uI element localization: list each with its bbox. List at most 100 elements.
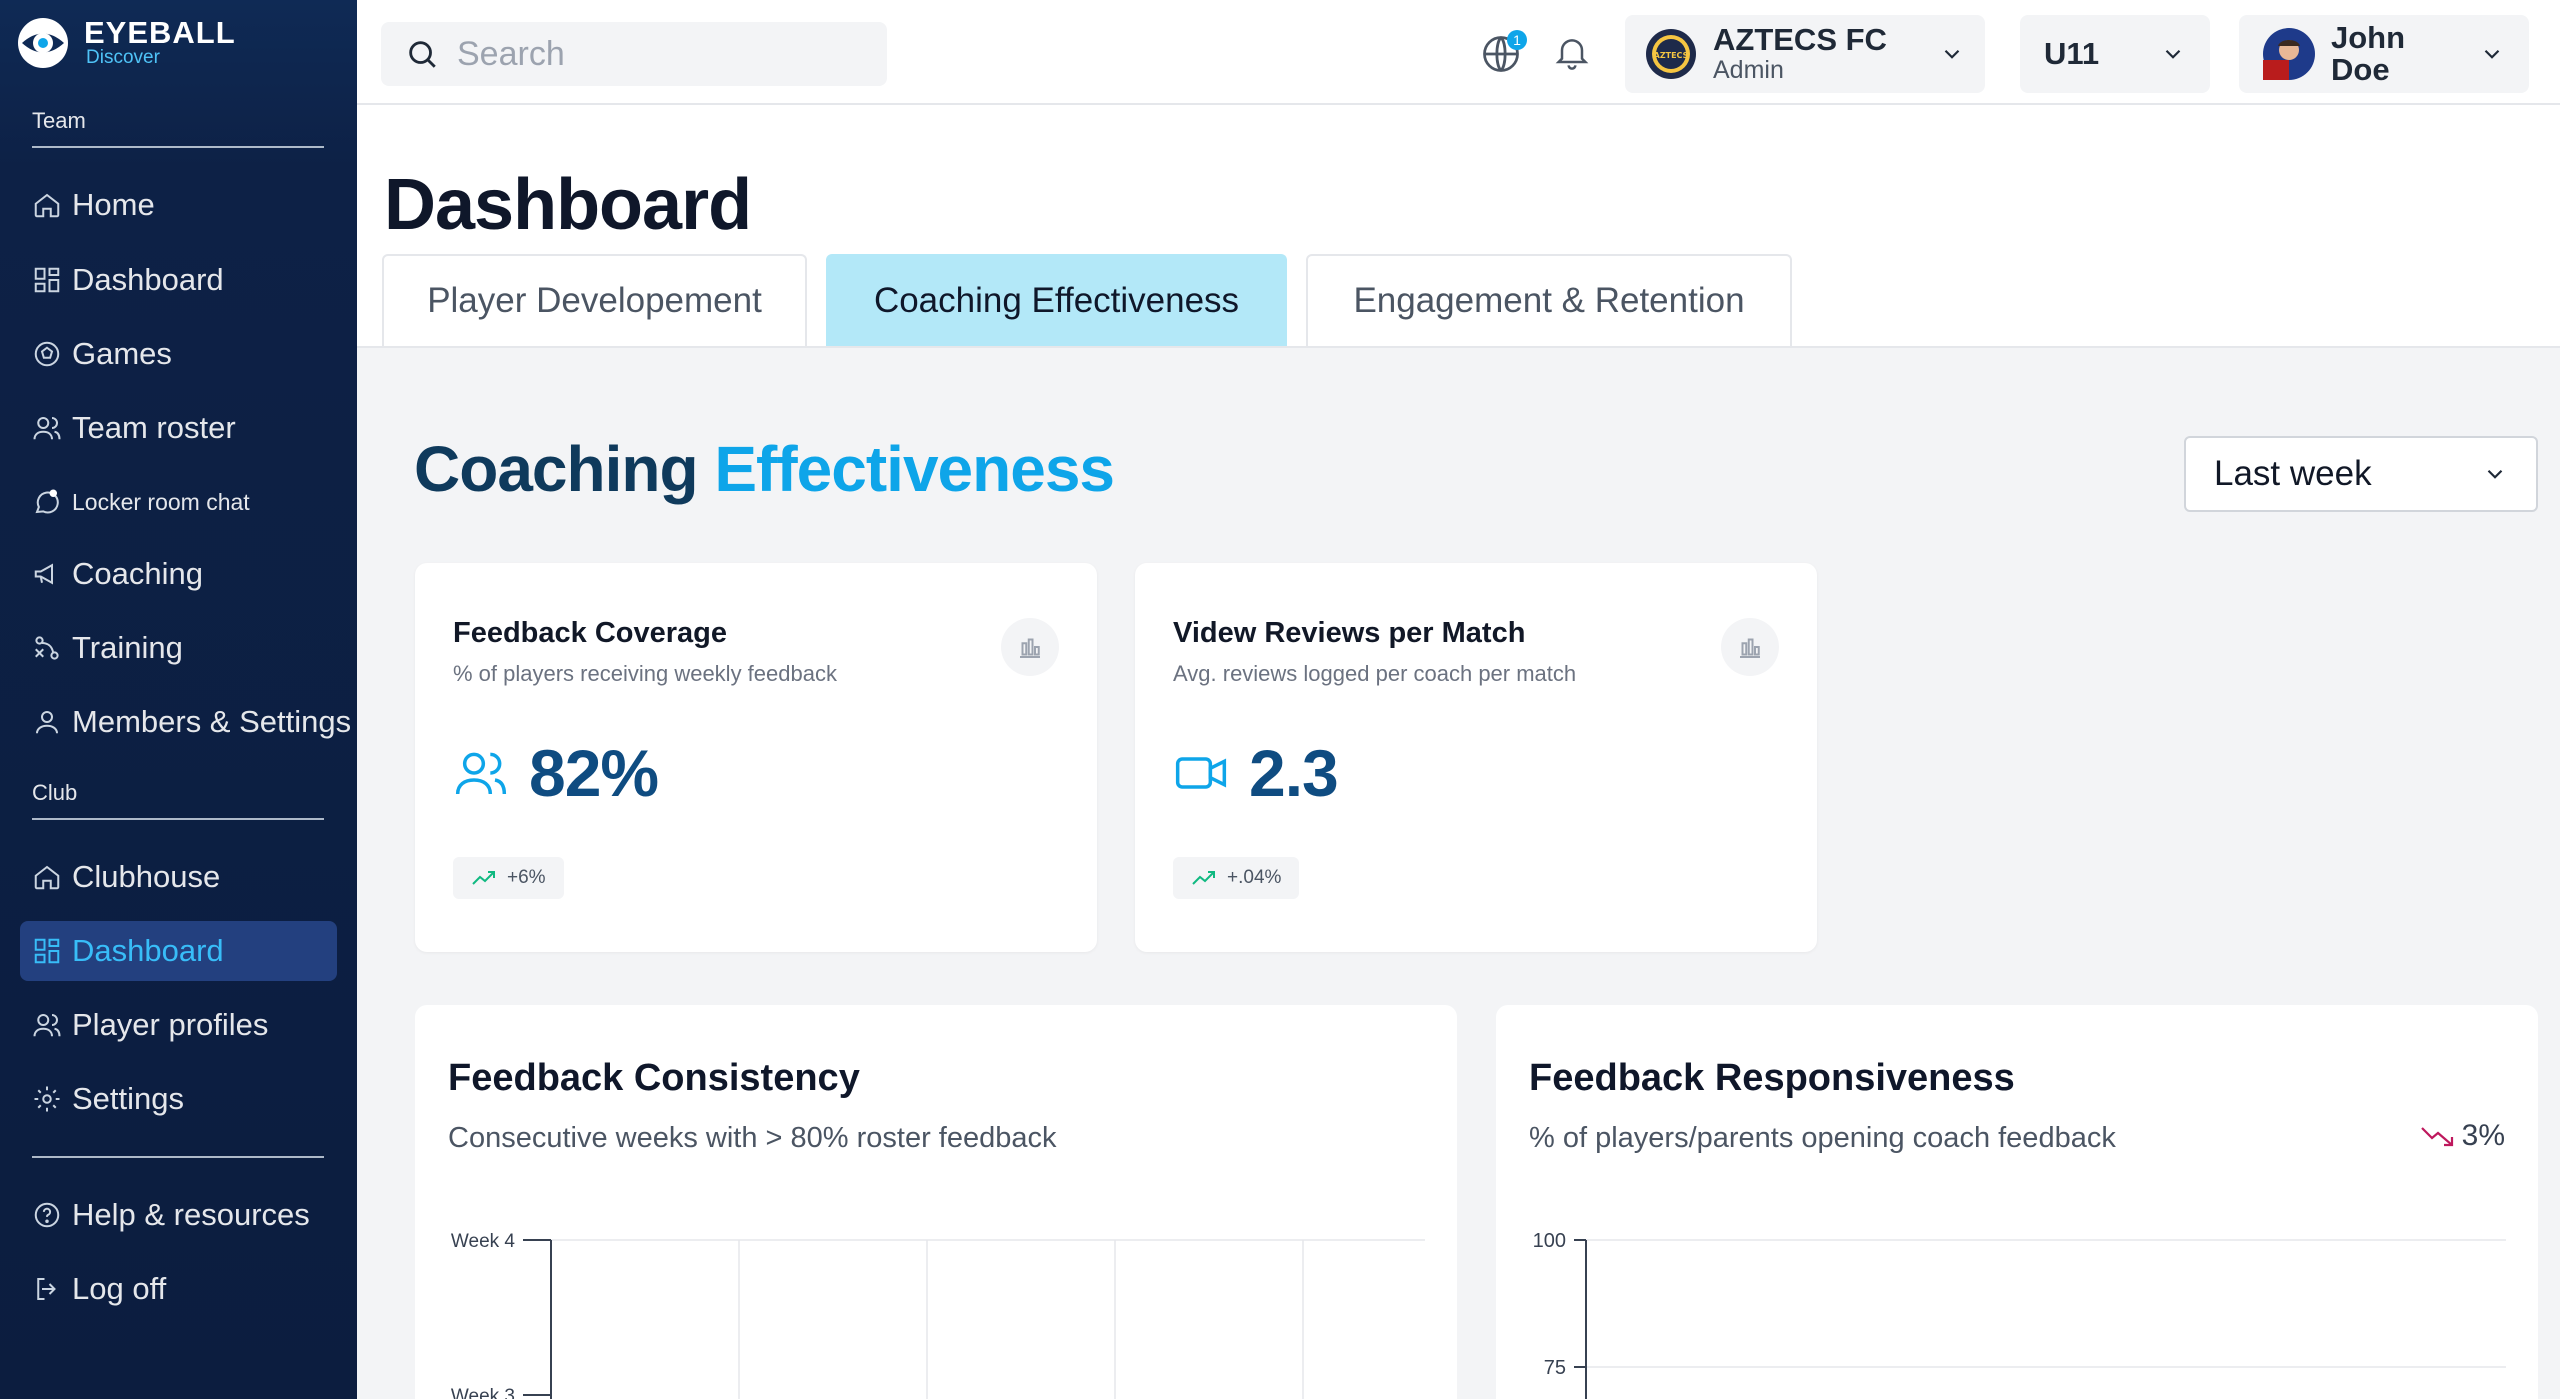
kpi-title: Feedback Coverage — [453, 617, 728, 649]
club-role: Admin — [1713, 56, 1784, 84]
sidebar-item-label: Coaching — [72, 556, 203, 591]
chevron-down-icon — [1944, 49, 1960, 59]
gear-icon — [34, 1086, 60, 1112]
period-select[interactable]: Last week — [2184, 436, 2538, 512]
sidebar-item-label: Home — [72, 187, 155, 222]
sidebar-item-label: Dashboard — [72, 262, 224, 297]
trend-badge: +.04% — [1173, 857, 1300, 899]
section-title-part: Coaching — [414, 433, 715, 505]
sidebar-item-label: Dashboard — [72, 933, 224, 968]
sidebar-item-training[interactable]: Training — [20, 618, 337, 678]
brand-logo[interactable]: EYEBALL Discover — [16, 16, 236, 70]
chevron-down-icon — [2487, 469, 2503, 479]
consistency-chart: Week 4 Week 3 — [451, 1231, 1425, 1399]
sidebar-item-help[interactable]: Help & resources — [20, 1185, 337, 1245]
sidebar-item-members-settings[interactable]: Members & Settings — [20, 692, 351, 752]
section-title-accent: Effectiveness — [714, 433, 1115, 505]
tab-bar: Player Developement Coaching Effectivene… — [357, 250, 2560, 348]
chevron-down-icon — [2165, 49, 2181, 59]
sidebar-item-settings[interactable]: Settings — [20, 1069, 337, 1129]
top-bar: 1 AZTECS AZTECS FC Admin U11 John Doe — [357, 0, 2560, 105]
footer-divider — [32, 1156, 324, 1158]
language-button[interactable]: 1 — [1479, 30, 1527, 76]
tab-coaching-effectiveness[interactable]: Coaching Effectiveness — [826, 254, 1287, 346]
user-icon — [36, 711, 58, 734]
ball-icon — [34, 341, 60, 367]
chart-toggle-button[interactable] — [1721, 618, 1779, 676]
sidebar-item-log-off[interactable]: Log off — [20, 1259, 337, 1319]
help-icon — [34, 1202, 60, 1228]
sidebar-item-coaching[interactable]: Coaching — [20, 544, 337, 604]
team-name: U11 — [2044, 36, 2100, 71]
sidebar-item-games[interactable]: Games — [20, 324, 337, 384]
chevron-down-icon — [2484, 49, 2500, 59]
responsiveness-chart: 100 75 — [1533, 1230, 2506, 1399]
avatar — [2263, 28, 2315, 80]
kpi-card-video-reviews: Videw Reviews per Match Avg. reviews log… — [1135, 563, 1817, 952]
sidebar-item-label: Log off — [72, 1271, 167, 1306]
trend-value: +.04% — [1227, 867, 1282, 888]
sidebar-item-player-profiles[interactable]: Player profiles — [20, 995, 337, 1055]
users-icon — [33, 1014, 61, 1037]
brand-name: EYEBALL — [84, 15, 236, 50]
sidebar-item-label: Clubhouse — [72, 859, 221, 894]
sidebar-item-label: Games — [72, 336, 172, 371]
kpi-card-feedback-coverage: Feedback Coverage % of players receiving… — [415, 563, 1097, 952]
users-icon — [33, 417, 61, 440]
sidebar-item-team-roster[interactable]: Team roster — [20, 398, 337, 458]
sidebar: EYEBALL Discover Team Home Dashboard Gam… — [0, 0, 357, 1399]
trend-up-icon — [472, 871, 495, 885]
bar-chart-icon — [1740, 638, 1760, 658]
search-icon — [409, 41, 436, 68]
sidebar-item-label: Locker room chat — [72, 488, 250, 515]
club-selector[interactable]: AZTECS AZTECS FC Admin — [1625, 15, 1985, 93]
sidebar-item-label: Player profiles — [72, 1007, 269, 1042]
page-title: Dashboard — [384, 165, 752, 245]
sidebar-item-label: Training — [72, 630, 183, 665]
sidebar-item-home[interactable]: Home — [20, 175, 337, 235]
kpi-subtitle: Avg. reviews logged per coach per match — [1173, 661, 1577, 686]
team-selector[interactable]: U11 — [2020, 15, 2210, 93]
y-tick-label: 100 — [1533, 1230, 1566, 1252]
user-name: John Doe — [2331, 20, 2406, 87]
logout-icon — [37, 1278, 56, 1300]
grid-icon — [34, 267, 60, 293]
notifications-button[interactable] — [1552, 32, 1596, 76]
sidebar-item-clubhouse[interactable]: Clubhouse — [20, 847, 337, 907]
chat-icon — [35, 489, 59, 514]
home-icon — [34, 193, 60, 218]
y-tick-label: Week 4 — [451, 1231, 516, 1252]
bar-chart-icon — [1020, 638, 1040, 658]
sidebar-item-locker-room-chat[interactable]: Locker room chat — [20, 472, 337, 532]
kpi-title: Videw Reviews per Match — [1173, 617, 1526, 649]
sidebar-item-label: Settings — [72, 1081, 185, 1116]
club-logo-icon: AZTECS — [1646, 29, 1696, 79]
club-divider — [32, 818, 324, 820]
club-logo-text: AZTECS — [1654, 51, 1689, 60]
card-feedback-consistency: Feedback Consistency Consecutive weeks w… — [415, 1005, 1457, 1399]
tab-engagement-retention[interactable]: Engagement & Retention — [1306, 254, 1792, 346]
user-menu[interactable]: John Doe — [2239, 15, 2529, 93]
bell-icon — [1555, 39, 1589, 70]
drills-icon — [35, 636, 59, 660]
card-feedback-responsiveness: Feedback Responsiveness % of players/par… — [1496, 1005, 2538, 1399]
users-icon — [455, 752, 507, 795]
sidebar-item-label: Help & resources — [72, 1197, 310, 1232]
chart-toggle-button[interactable] — [1001, 618, 1059, 676]
kpi-value: 82% — [529, 736, 659, 810]
tab-player-development[interactable]: Player Developement — [382, 254, 807, 346]
search-box[interactable] — [381, 22, 887, 86]
trend-up-icon — [1192, 871, 1215, 885]
trend-value: +6% — [507, 867, 546, 888]
section-title: Coaching Effectiveness — [414, 432, 1115, 506]
sidebar-item-club-dashboard[interactable]: Dashboard — [20, 921, 337, 981]
team-section-label: Team — [32, 108, 86, 133]
sidebar-item-dashboard[interactable]: Dashboard — [20, 250, 337, 310]
megaphone-icon — [34, 563, 53, 585]
trend-badge: +6% — [453, 857, 564, 899]
team-divider — [32, 146, 324, 148]
search-input[interactable] — [457, 34, 857, 74]
video-icon — [1175, 757, 1227, 789]
y-tick-label: Week 3 — [451, 1386, 515, 1399]
sidebar-item-label: Team roster — [72, 410, 236, 445]
